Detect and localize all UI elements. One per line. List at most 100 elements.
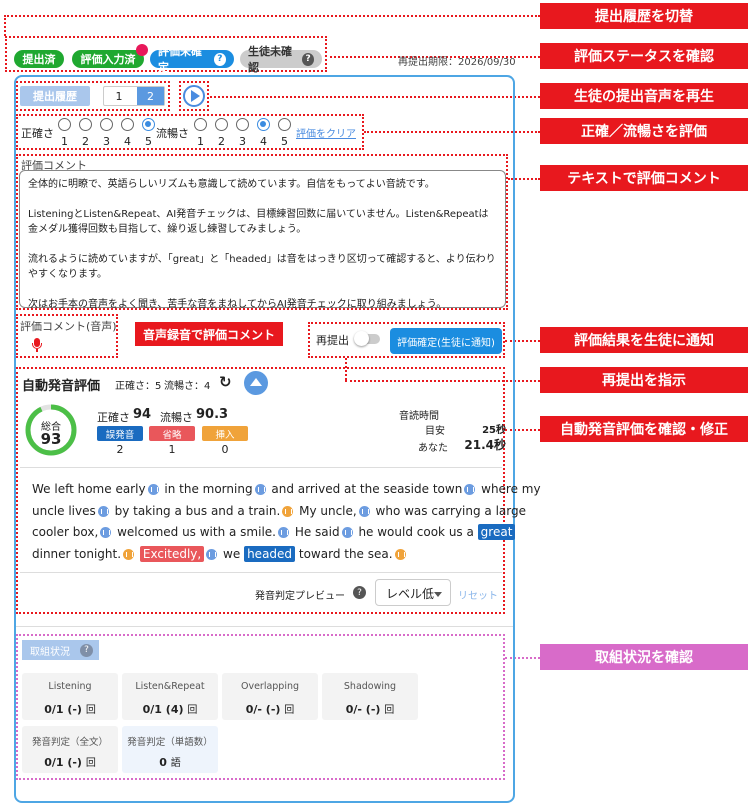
help-icon[interactable]: ? [302,52,314,66]
voice-comment-label: 評価コメント(音声) [20,320,117,333]
auto-acc-label: 正確さ [97,411,130,424]
clear-rating-link[interactable]: 評価をクリア [296,125,356,140]
progress-tile-pronunciation-words: 発音判定（単語数） 0 語 [122,726,218,773]
fluency-radio-1[interactable] [194,118,207,131]
fluency-radio-4[interactable] [257,118,270,131]
mispronounced-word[interactable]: great [477,524,516,540]
status-student-unconfirmed[interactable]: 生徒未確認? [240,45,322,74]
omitted-word[interactable]: Excitedly, [139,545,205,562]
chevron-down-icon [434,592,442,597]
level-select[interactable]: レベル低 [375,579,451,606]
auto-acc-value: 94 [133,407,152,422]
pause-marker[interactable] [358,505,370,517]
progress-tile-pronunciation-full: 発音判定（全文） 0/1 (-) 回 [22,726,118,773]
comment-textarea[interactable]: 全体的に明瞭で、英語らしいリズムも意識して読めています。自信をもってよい音読です… [19,170,506,310]
pause-marker[interactable] [97,505,109,517]
fluency-scale-label: 4 [260,135,267,148]
pause-marker[interactable] [206,548,218,560]
fluency-scale-label: 5 [281,135,288,148]
guide-label: 目安 [425,426,445,437]
mic-icon[interactable] [32,338,42,352]
resubmit-toggle[interactable] [354,331,380,346]
accuracy-scale-label: 3 [103,135,110,148]
callout-auto: 自動発音評価を確認・修正 [540,416,748,442]
error-tag: 挿入 [202,426,248,441]
fluency-radio-2[interactable] [215,118,228,131]
accuracy-radio-2[interactable] [79,118,92,131]
progress-tile-shadowing: Shadowing 0/- (-) 回 [322,673,418,720]
resubmit-deadline: 再提出期限：2026/09/30 [398,57,516,68]
status-submitted: 提出済 [14,50,64,68]
accuracy-label: 正確さ [21,127,54,140]
play-icon [191,90,200,102]
callout-comment: テキストで評価コメント [540,165,748,191]
callout-resubmit: 再提出を指示 [540,367,748,393]
fluency-scale-label: 3 [239,135,246,148]
accuracy-scale-label: 2 [82,135,89,148]
error-tag: 省略 [149,426,195,441]
history-page-1[interactable]: 1 [104,87,134,105]
accuracy-radio-1[interactable] [58,118,71,131]
auto-accuracy: 正確さ：5 [115,381,162,392]
pause-marker[interactable] [123,548,135,560]
fluency-scale-label: 1 [197,135,204,148]
callout-notify: 評価結果を生徒に通知 [540,327,748,353]
history-button[interactable]: 提出履歴 [20,86,90,106]
progress-tile-listening: Listening 0/1 (-) 回 [22,673,118,720]
history-page-2[interactable]: 2 [137,87,164,105]
help-icon[interactable]: ? [80,643,93,657]
help-icon[interactable]: ? [213,52,226,66]
pause-marker[interactable] [278,527,289,538]
fluency-radio-3[interactable] [236,118,249,131]
reading-time-label: 音読時間 [399,411,439,422]
fluency-radio-5[interactable] [278,118,291,131]
you-label: あなた [418,443,448,454]
auto-eval-title: 自動発音評価 [22,379,101,394]
notification-dot [136,44,148,56]
refresh-icon[interactable]: ↻ [219,373,232,391]
accuracy-radio-5[interactable] [142,118,155,131]
fluency-scale-label: 2 [218,135,225,148]
pause-marker[interactable] [341,527,353,538]
callout-rating: 正確／流暢さを評価 [540,118,748,144]
pause-marker[interactable] [464,484,476,495]
status-eval-unconfirmed[interactable]: 評価未確定? [150,45,234,74]
error-count: 0 [221,443,229,456]
chevron-up-icon [250,378,262,386]
callout-play: 生徒の提出音声を再生 [540,83,748,109]
accuracy-scale-label: 4 [124,135,131,148]
confirm-evaluation-button[interactable]: 評価確定(生徒に通知) [390,328,502,354]
callout-voice: 音声録音で評価コメント [135,322,283,346]
reset-link[interactable]: リセット [458,587,498,602]
callout-status: 評価ステータスを確認 [540,43,748,69]
progress-tile-listen-repeat: Listen&Repeat 0/1 (4) 回 [122,673,218,720]
accuracy-radio-4[interactable] [121,118,134,131]
passage-text: We left home early in the morning and ar… [32,482,541,562]
pause-marker[interactable] [394,548,406,560]
error-count: 2 [116,443,124,456]
accuracy-radio-3[interactable] [100,118,113,131]
fluency-label: 流暢さ [156,127,189,140]
collapse-button[interactable] [244,371,268,395]
progress-title: 取組状況? [22,640,99,660]
preview-label: 発音判定プレビュー [255,591,345,602]
help-icon[interactable]: ? [353,586,366,599]
error-tag: 誤発音 [97,426,143,441]
error-count: 1 [168,443,176,456]
total-score: 93 [40,430,62,448]
auto-flu-label: 流暢さ [160,411,193,424]
play-button[interactable] [183,85,205,107]
callout-history: 提出履歴を切替 [540,3,748,29]
pause-marker[interactable] [147,484,159,495]
mispronounced-word[interactable]: headed [244,545,296,562]
guide-value: 25秒 [482,425,506,436]
status-eval-input: 評価入力済 [72,50,144,68]
pause-marker[interactable] [254,484,266,495]
auto-fluency: 流暢さ：4 [164,381,211,392]
callout-progress: 取組状況を確認 [540,644,748,670]
auto-flu-value: 90.3 [196,407,229,422]
pause-marker[interactable] [282,505,294,517]
you-value: 21.4秒 [464,438,506,452]
resubmit-label: 再提出 [316,334,349,347]
pause-marker[interactable] [100,527,112,538]
